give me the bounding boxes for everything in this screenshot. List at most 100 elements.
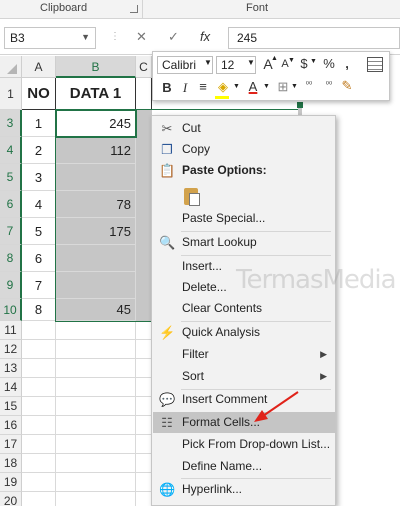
- bold-icon[interactable]: B: [159, 80, 175, 95]
- row-header-12[interactable]: 12: [0, 340, 22, 359]
- cell-b5[interactable]: [56, 164, 136, 191]
- cell-a5[interactable]: 3: [22, 164, 56, 191]
- column-c-selection-sliver[interactable]: [136, 110, 152, 321]
- row-header-6[interactable]: 6: [0, 191, 22, 218]
- fill-color-icon[interactable]: ◈: [215, 79, 231, 95]
- cell-a3[interactable]: 1: [22, 110, 56, 137]
- row-header-11[interactable]: 11: [0, 321, 22, 340]
- menu-header-paste-options: 📋 Paste Options:: [153, 160, 335, 181]
- chevron-down-icon[interactable]: ▼: [310, 58, 317, 65]
- menu-item-sort[interactable]: Sort ▶: [153, 366, 335, 387]
- formula-input[interactable]: 245: [228, 27, 400, 49]
- increase-decimal-icon[interactable]: ⁰⁰: [301, 80, 317, 89]
- row-header-16[interactable]: 16: [0, 416, 22, 435]
- cell-b4[interactable]: 112: [56, 137, 136, 164]
- borders-icon[interactable]: ⊞: [275, 79, 291, 95]
- enter-icon[interactable]: ✓: [168, 29, 179, 45]
- cell-a10[interactable]: 8: [22, 299, 56, 321]
- chevron-down-icon[interactable]: ▼: [263, 83, 270, 90]
- cell-b6[interactable]: 78: [56, 191, 136, 218]
- row-header-18[interactable]: 18: [0, 454, 22, 473]
- clipboard-dialog-launcher-icon[interactable]: [130, 5, 138, 13]
- menu-item-hyperlink[interactable]: 🌐 Hyperlink...: [153, 479, 335, 500]
- chevron-down-icon[interactable]: ▼: [291, 83, 298, 90]
- cell-a8[interactable]: 6: [22, 245, 56, 272]
- comment-icon: 💬: [159, 392, 176, 407]
- menu-item-insert-comment[interactable]: 💬 Insert Comment: [153, 389, 335, 410]
- row-header-3[interactable]: 3: [0, 110, 22, 137]
- row-header-10[interactable]: 10: [0, 299, 22, 321]
- column-header-c[interactable]: C: [136, 56, 152, 78]
- chevron-down-icon[interactable]: ▼: [204, 58, 212, 67]
- row-header-19[interactable]: 19: [0, 473, 22, 492]
- italic-icon[interactable]: I: [177, 80, 193, 96]
- watermark: TermasMedia: [236, 265, 397, 295]
- select-all-triangle-icon: [7, 64, 17, 74]
- row-header-14[interactable]: 14: [0, 378, 22, 397]
- cancel-icon[interactable]: ✕: [136, 29, 147, 45]
- column-header-a[interactable]: A: [22, 56, 56, 78]
- chevron-down-icon[interactable]: ▼: [81, 32, 90, 42]
- format-table-icon[interactable]: [367, 57, 383, 72]
- format-cells-icon: ☷: [161, 415, 173, 430]
- cell-a6[interactable]: 4: [22, 191, 56, 218]
- menu-item-quick-analysis[interactable]: ⚡ Quick Analysis: [153, 322, 335, 343]
- chevron-down-icon[interactable]: ▼: [247, 58, 255, 67]
- name-box-value: B3: [10, 31, 25, 45]
- empty-grid[interactable]: [22, 321, 152, 506]
- row-header-7[interactable]: 7: [0, 218, 22, 245]
- cell-b10[interactable]: 45: [56, 299, 136, 321]
- row-header-13[interactable]: 13: [0, 359, 22, 378]
- row-header-9[interactable]: 9: [0, 272, 22, 299]
- name-box[interactable]: B3 ▼: [4, 27, 96, 49]
- row-header-20[interactable]: 20: [0, 492, 22, 506]
- row-header-4[interactable]: 4: [0, 137, 22, 164]
- menu-item-filter[interactable]: Filter ▶: [153, 344, 335, 365]
- row-header-8[interactable]: 8: [0, 245, 22, 272]
- quick-analysis-icon: ⚡: [159, 325, 176, 340]
- menu-item-smart-lookup[interactable]: 🔍 Smart Lookup: [153, 232, 335, 253]
- cell-b7[interactable]: 175: [56, 218, 136, 245]
- smart-lookup-icon: 🔍: [159, 235, 176, 250]
- comma-style-icon[interactable]: ,: [339, 56, 355, 71]
- menu-item-paste-special[interactable]: Paste Special...: [153, 208, 335, 229]
- column-header-b[interactable]: B: [56, 56, 136, 78]
- percent-icon[interactable]: %: [321, 56, 337, 71]
- align-center-icon[interactable]: ≡: [195, 79, 211, 94]
- menu-item-clear-contents[interactable]: Clear Contents: [153, 298, 335, 319]
- cell-b8[interactable]: [56, 245, 136, 272]
- cell-a1-header[interactable]: NO: [22, 78, 56, 110]
- copy-icon: ❐: [161, 142, 173, 157]
- menu-item-copy[interactable]: ❐ Copy: [153, 139, 335, 160]
- ribbon-separator: [142, 0, 143, 19]
- cell-c1-header[interactable]: [136, 78, 152, 110]
- font-group-label: Font: [246, 2, 269, 14]
- caret-down-icon: ▼: [288, 57, 295, 64]
- font-color-icon[interactable]: A: [245, 79, 261, 94]
- cell-b3-active[interactable]: 245: [56, 110, 136, 137]
- cell-b9[interactable]: [56, 272, 136, 299]
- row-header-5[interactable]: 5: [0, 164, 22, 191]
- format-painter-icon[interactable]: ✎: [339, 78, 355, 94]
- cell-a4[interactable]: 2: [22, 137, 56, 164]
- splitter-dots-icon: ⋮: [110, 31, 120, 42]
- menu-item-pick-list[interactable]: Pick From Drop-down List...: [153, 434, 335, 455]
- menu-item-cut[interactable]: ✂ Cut: [153, 118, 335, 139]
- row-header-17[interactable]: 17: [0, 435, 22, 454]
- select-all-corner[interactable]: [0, 56, 22, 78]
- mini-toolbar: Calibri ▼ 12 ▼ A ▲ A ▼ $ ▼ % , B I ≡ ◈ ▼…: [152, 51, 390, 101]
- menu-item-define-name[interactable]: Define Name...: [153, 456, 335, 477]
- context-menu: ✂ Cut ❐ Copy 📋 Paste Options: Paste Special…: [151, 115, 336, 506]
- menu-item-format-cells[interactable]: ☷ Format Cells...: [153, 412, 335, 433]
- scissors-icon: ✂: [161, 121, 173, 136]
- paste-option-paste-icon[interactable]: [182, 184, 204, 208]
- decrease-decimal-icon[interactable]: ⁰⁰: [321, 80, 337, 89]
- chevron-down-icon[interactable]: ▼: [233, 83, 240, 90]
- cell-b1-header[interactable]: DATA 1: [56, 78, 136, 110]
- insert-function-icon[interactable]: fx: [200, 29, 210, 44]
- fill-color-swatch: [215, 96, 229, 99]
- row-header-15[interactable]: 15: [0, 397, 22, 416]
- cell-a7[interactable]: 5: [22, 218, 56, 245]
- row-header-1[interactable]: 1: [0, 78, 22, 110]
- cell-a9[interactable]: 7: [22, 272, 56, 299]
